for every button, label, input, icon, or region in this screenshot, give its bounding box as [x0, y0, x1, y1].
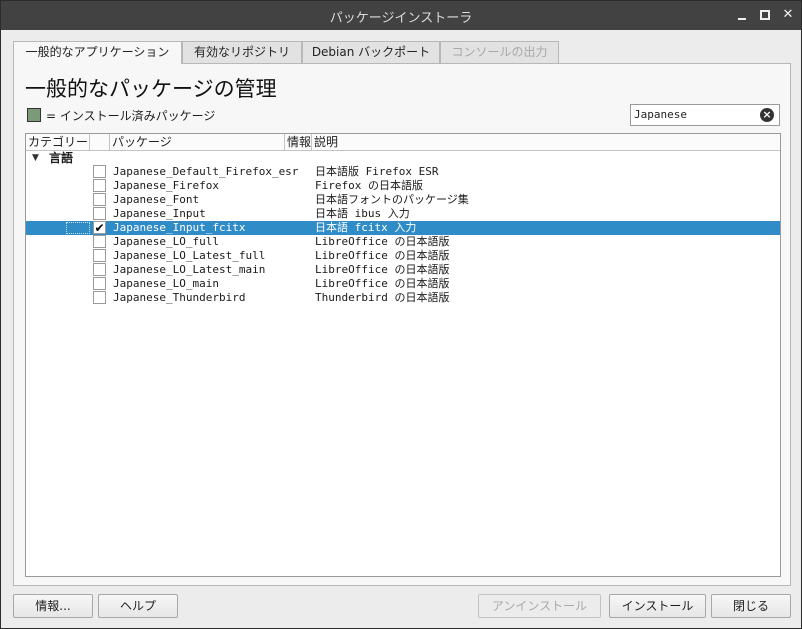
- package-description: 日本語 fcitx 入力: [315, 221, 417, 234]
- maximize-button[interactable]: [757, 7, 773, 23]
- installed-color-swatch: [27, 108, 41, 122]
- column-header-category[interactable]: カテゴリー: [26, 134, 90, 151]
- column-header-check[interactable]: [90, 134, 110, 151]
- focus-outline: [66, 222, 90, 234]
- package-description: LibreOffice の日本語版: [315, 263, 450, 276]
- table-row[interactable]: ✔ Japanese_Input_fcitx 日本語 fcitx 入力: [26, 221, 780, 235]
- minimize-icon: [738, 18, 746, 20]
- package-name: Japanese_Thunderbird: [113, 291, 246, 304]
- package-description: 日本語 ibus 入力: [315, 207, 410, 220]
- table-row[interactable]: Japanese_Input 日本語 ibus 入力: [26, 207, 780, 221]
- install-checkbox[interactable]: ✔: [93, 221, 106, 234]
- tree-group-language[interactable]: ▼ 言語: [26, 151, 780, 165]
- install-checkbox[interactable]: [93, 165, 106, 178]
- package-description: 日本語フォントのパッケージ集: [315, 193, 469, 206]
- install-checkbox[interactable]: [93, 263, 106, 276]
- table-row[interactable]: Japanese_LO_Latest_full LibreOffice の日本語版: [26, 249, 780, 263]
- install-checkbox[interactable]: [93, 277, 106, 290]
- package-description: Thunderbird の日本語版: [315, 291, 450, 304]
- package-name: Japanese_LO_Latest_full: [113, 249, 266, 262]
- package-description: LibreOffice の日本語版: [315, 277, 450, 290]
- close-window-button[interactable]: ✕: [780, 7, 796, 23]
- package-description: LibreOffice の日本語版: [315, 249, 450, 262]
- table-row[interactable]: Japanese_Default_Firefox_esr 日本語版 Firefox…: [26, 165, 780, 179]
- package-description: LibreOffice の日本語版: [315, 235, 450, 248]
- install-checkbox[interactable]: [93, 207, 106, 220]
- install-checkbox[interactable]: [93, 179, 106, 192]
- package-name: Japanese_Firefox: [113, 179, 219, 192]
- install-checkbox[interactable]: [93, 249, 106, 262]
- package-name: Japanese_Input_fcitx: [113, 221, 246, 234]
- package-installer-window: パッケージインストーラ ✕ 一般的なアプリケーション 有効なリポジトリ Debi…: [0, 0, 802, 629]
- search-input-value: Japanese: [634, 108, 687, 121]
- package-description: Firefox の日本語版: [315, 179, 423, 192]
- package-description: 日本語版 Firefox ESR: [315, 165, 439, 178]
- package-name: Japanese_Font: [113, 193, 200, 206]
- expand-arrow-icon[interactable]: ▼: [32, 151, 39, 165]
- table-row[interactable]: Japanese_LO_full LibreOffice の日本語版: [26, 235, 780, 249]
- uninstall-button[interactable]: アンインストール: [478, 594, 601, 618]
- tree-header: カテゴリー パッケージ 情報 説明: [26, 134, 780, 151]
- window-title: パッケージインストーラ: [329, 11, 473, 26]
- table-row[interactable]: Japanese_Thunderbird Thunderbird の日本語版: [26, 291, 780, 305]
- package-name: Japanese_LO_full: [113, 235, 219, 248]
- package-name: Japanese_LO_Latest_main: [113, 263, 266, 276]
- column-header-description[interactable]: 説明: [312, 134, 780, 151]
- close-button[interactable]: 閉じる: [711, 594, 791, 618]
- minimize-button[interactable]: [734, 7, 750, 23]
- install-checkbox[interactable]: [93, 235, 106, 248]
- help-button[interactable]: ヘルプ: [98, 594, 178, 618]
- clear-search-icon[interactable]: ×: [760, 108, 774, 122]
- package-tree[interactable]: カテゴリー パッケージ 情報 説明 ▼ 言語 Japanese_Default_…: [25, 133, 781, 577]
- table-row[interactable]: Japanese_Firefox Firefox の日本語版: [26, 179, 780, 193]
- table-row[interactable]: Japanese_Font 日本語フォントのパッケージ集: [26, 193, 780, 207]
- maximize-icon: [760, 10, 770, 20]
- package-name: Japanese_LO_main: [113, 277, 219, 290]
- tab-console-output[interactable]: コンソールの出力: [440, 41, 559, 63]
- install-checkbox[interactable]: [93, 291, 106, 304]
- tab-debian-backports[interactable]: Debian バックポート: [302, 41, 440, 63]
- page-title: 一般的なパッケージの管理: [25, 77, 277, 101]
- column-header-info[interactable]: 情報: [285, 134, 312, 151]
- title-bar[interactable]: パッケージインストーラ ✕: [1, 1, 801, 30]
- group-label: 言語: [49, 151, 74, 165]
- table-row[interactable]: Japanese_LO_Latest_main LibreOffice の日本語版: [26, 263, 780, 277]
- install-button[interactable]: インストール: [609, 594, 706, 618]
- install-checkbox[interactable]: [93, 193, 106, 206]
- package-name: Japanese_Input: [113, 207, 206, 220]
- column-header-package[interactable]: パッケージ: [110, 134, 285, 151]
- info-button[interactable]: 情報...: [13, 594, 93, 618]
- tab-popular-applications[interactable]: 一般的なアプリケーション: [13, 41, 182, 64]
- search-input[interactable]: Japanese ×: [630, 104, 780, 126]
- close-icon: ✕: [782, 7, 794, 22]
- tab-enabled-repositories[interactable]: 有効なリポジトリ: [182, 41, 302, 63]
- package-name: Japanese_Default_Firefox_esr: [113, 165, 299, 178]
- tab-panel: 一般的なパッケージの管理 = インストール済みパッケージ Japanese × …: [13, 63, 791, 586]
- installed-legend-label: = インストール済みパッケージ: [46, 109, 216, 123]
- table-row[interactable]: Japanese_LO_main LibreOffice の日本語版: [26, 277, 780, 291]
